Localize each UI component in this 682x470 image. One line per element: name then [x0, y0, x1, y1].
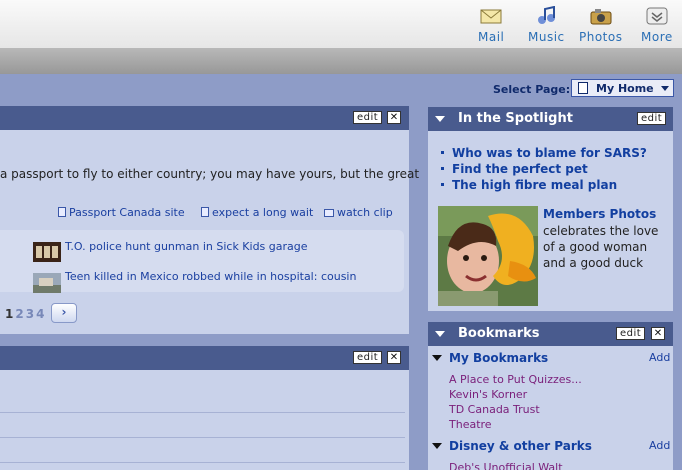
bookmark-group-name[interactable]: Disney & other Parks: [449, 439, 592, 453]
bookmarks-edit-button[interactable]: edit: [616, 327, 646, 340]
members-photo[interactable]: [438, 206, 538, 306]
expand-icon[interactable]: [432, 443, 442, 449]
music-button[interactable]: Music: [528, 6, 565, 44]
add-bookmark-link[interactable]: Add: [649, 439, 670, 452]
bookmark-link[interactable]: Theatre: [449, 418, 492, 431]
more-button[interactable]: More: [641, 6, 673, 44]
second-panel-header: edit ✕: [0, 346, 409, 370]
document-icon: [58, 207, 66, 217]
news-snippet: a passport to fly to either country; you…: [0, 167, 420, 181]
mail-icon: [480, 9, 502, 24]
photos-label: Photos: [579, 30, 623, 44]
bookmarks-close-button[interactable]: ✕: [651, 327, 665, 340]
page-icon: [578, 82, 588, 94]
page-link[interactable]: 4: [36, 307, 46, 321]
long-wait-link[interactable]: expect a long wait: [201, 206, 313, 219]
toolbar-divider: [0, 48, 682, 74]
members-photos-description: celebrates the love of a good woman and …: [543, 224, 659, 270]
second-panel-body: [0, 370, 409, 470]
select-page-value: My Home: [596, 82, 654, 95]
spotlight-title: In the Spotlight: [458, 111, 573, 126]
divider: [0, 462, 405, 463]
mail-label: Mail: [478, 30, 505, 44]
divider: [0, 412, 405, 413]
collapse-icon[interactable]: [435, 331, 445, 337]
news-headline-fragment[interactable]: I: [0, 143, 3, 159]
spotlight-edit-button[interactable]: edit: [637, 112, 667, 125]
video-icon: [324, 209, 334, 217]
page-link[interactable]: 2: [15, 307, 25, 321]
bookmarks-title: Bookmarks: [458, 326, 540, 341]
bookmarks-header: Bookmarks edit ✕: [428, 322, 673, 346]
chevron-down-icon: [661, 86, 669, 91]
story-thumbnail: [33, 273, 61, 293]
next-page-button[interactable]: ›: [51, 303, 77, 323]
watch-clip-link[interactable]: watch clip: [324, 206, 393, 219]
more-icon: [646, 7, 668, 25]
expand-icon[interactable]: [432, 355, 442, 361]
photos-icon: [590, 9, 612, 25]
bookmark-group-name[interactable]: My Bookmarks: [449, 351, 548, 365]
select-page-label: Select Page:: [493, 83, 571, 96]
news-close-button[interactable]: ✕: [387, 111, 401, 124]
news-panel-header: edit ✕: [0, 106, 409, 130]
top-toolbar: Mail Music Photos More: [0, 0, 682, 48]
spotlight-link[interactable]: Who was to blame for SARS?: [441, 146, 647, 160]
bookmark-link[interactable]: Kevin's Korner: [449, 388, 527, 401]
second-close-button[interactable]: ✕: [387, 351, 401, 364]
members-photos-link[interactable]: Members Photos: [543, 207, 656, 221]
page-link[interactable]: 1: [5, 307, 15, 321]
mail-button[interactable]: Mail: [478, 6, 504, 44]
news-edit-button[interactable]: edit: [353, 111, 383, 124]
second-edit-button[interactable]: edit: [353, 351, 383, 364]
divider: [0, 437, 405, 438]
music-label: Music: [528, 30, 565, 44]
pagination: 1234: [5, 307, 46, 321]
spotlight-link[interactable]: The high fibre meal plan: [441, 178, 617, 192]
page-link[interactable]: 3: [26, 307, 36, 321]
bookmark-link[interactable]: Deb's Unofficial Walt: [449, 461, 563, 470]
photos-button[interactable]: Photos: [579, 6, 622, 44]
story-link[interactable]: T.O. police hunt gunman in Sick Kids gar…: [65, 240, 308, 253]
select-page-dropdown[interactable]: My Home: [571, 79, 674, 97]
bookmark-link[interactable]: TD Canada Trust: [449, 403, 540, 416]
collapse-icon[interactable]: [435, 116, 445, 122]
spotlight-header: In the Spotlight edit: [428, 107, 673, 131]
document-icon: [201, 207, 209, 217]
music-icon: [538, 6, 556, 24]
passport-canada-link[interactable]: Passport Canada site: [58, 206, 185, 219]
bookmark-link[interactable]: A Place to Put Quizzes...: [449, 373, 582, 386]
story-link[interactable]: Teen killed in Mexico robbed while in ho…: [65, 270, 356, 283]
spotlight-link[interactable]: Find the perfect pet: [441, 162, 588, 176]
more-label: More: [641, 30, 673, 44]
add-bookmark-link[interactable]: Add: [649, 351, 670, 364]
story-thumbnail: [33, 242, 61, 262]
